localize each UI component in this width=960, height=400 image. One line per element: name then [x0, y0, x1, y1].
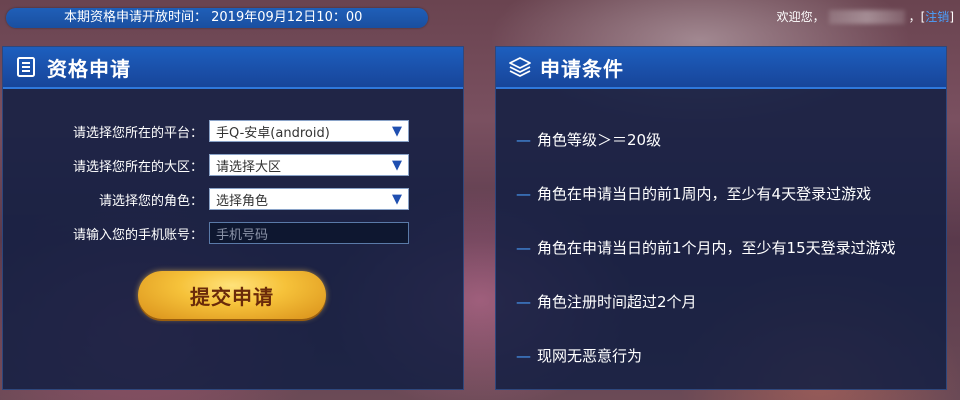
bracket-close: ] — [949, 10, 954, 24]
username-blurred — [828, 10, 905, 24]
submit-button[interactable]: 提交申请 — [138, 271, 326, 319]
phone-row: 请输入您的手机账号： 手机号码 — [3, 222, 409, 244]
user-bar: 欢迎您， ， [ 注销 ] — [777, 8, 954, 26]
conditions-panel-title: 申请条件 — [540, 56, 624, 81]
dash-bullet-icon: — — [516, 184, 531, 203]
platform-row: 请选择您所在的平台： 手Q-安卓(android) ▼ — [3, 120, 409, 142]
condition-text: 现网无恶意行为 — [537, 347, 643, 365]
open-time-notice: 本期资格申请开放时间： 2019年09月12日10：00 — [6, 8, 428, 28]
layers-icon — [508, 56, 531, 78]
condition-text: 角色注册时间超过2个月 — [537, 293, 697, 311]
platform-select[interactable]: 手Q-安卓(android) ▼ — [209, 120, 409, 142]
condition-item: — 现网无恶意行为 — [516, 345, 642, 366]
apply-panel-header: 资格申请 — [3, 47, 463, 89]
comma-text: ， — [908, 10, 921, 24]
apply-panel-title: 资格申请 — [47, 56, 131, 81]
condition-item: — 角色在申请当日的前1周内，至少有4天登录过游戏 — [516, 183, 871, 204]
triangle-down-icon: ▼ — [392, 191, 402, 207]
conditions-panel: 申请条件 — 角色等级＞＝20级 — 角色在申请当日的前1周内，至少有4天登录过… — [495, 46, 947, 390]
conditions-panel-header: 申请条件 — [496, 47, 946, 89]
document-list-icon — [15, 56, 37, 78]
phone-input-placeholder: 手机号码 — [216, 227, 269, 243]
condition-text: 角色等级＞＝20级 — [537, 131, 662, 149]
role-label: 请选择您的角色： — [98, 193, 203, 209]
dash-bullet-icon: — — [516, 130, 531, 149]
condition-text: 角色在申请当日的前1周内，至少有4天登录过游戏 — [537, 185, 872, 203]
logout-link[interactable]: 注销 — [925, 8, 949, 26]
phone-input[interactable]: 手机号码 — [209, 222, 409, 244]
dash-bullet-icon: — — [516, 238, 531, 257]
platform-select-value: 手Q-安卓(android) — [216, 125, 330, 141]
region-select-value: 请选择大区 — [216, 159, 282, 175]
dash-bullet-icon: — — [516, 346, 531, 365]
condition-text: 角色在申请当日的前1个月内，至少有15天登录过游戏 — [537, 239, 896, 257]
region-row: 请选择您所在的大区： 请选择大区 ▼ — [3, 154, 409, 176]
role-select-value: 选择角色 — [216, 193, 269, 209]
dash-bullet-icon: — — [516, 292, 531, 311]
triangle-down-icon: ▼ — [392, 157, 402, 173]
region-label: 请选择您所在的大区： — [72, 159, 203, 175]
phone-label: 请输入您的手机账号： — [72, 227, 203, 243]
role-row: 请选择您的角色： 选择角色 ▼ — [3, 188, 409, 210]
welcome-text: 欢迎您， — [776, 10, 825, 24]
condition-item: — 角色在申请当日的前1个月内，至少有15天登录过游戏 — [516, 237, 896, 258]
region-select[interactable]: 请选择大区 ▼ — [209, 154, 409, 176]
apply-panel: 资格申请 请选择您所在的平台： 手Q-安卓(android) ▼ 请选择您所在的… — [2, 46, 464, 390]
condition-item: — 角色等级＞＝20级 — [516, 129, 661, 150]
condition-item: — 角色注册时间超过2个月 — [516, 291, 697, 312]
platform-label: 请选择您所在的平台： — [72, 125, 203, 141]
open-time-text: 本期资格申请开放时间： 2019年09月12日10：00 — [64, 10, 363, 25]
triangle-down-icon: ▼ — [392, 123, 402, 139]
role-select[interactable]: 选择角色 ▼ — [209, 188, 409, 210]
